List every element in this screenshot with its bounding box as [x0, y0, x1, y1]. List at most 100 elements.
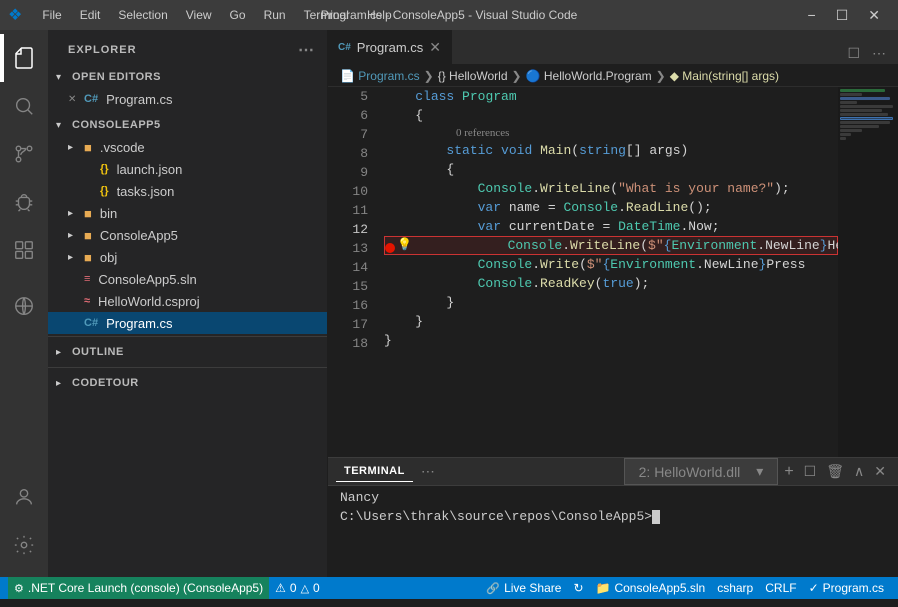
minimize-button[interactable]: − — [798, 0, 826, 30]
code-line-18 — [384, 350, 838, 369]
consoleapp5-header[interactable]: ▾ CONSOLEAPP5 — [48, 114, 327, 136]
menu-run[interactable]: Run — [256, 6, 294, 24]
terminal-tab[interactable]: TERMINAL — [336, 461, 413, 482]
menu-file[interactable]: File — [34, 6, 69, 24]
line-16: 16 — [328, 296, 368, 315]
code-line-16: } — [384, 312, 838, 331]
error-count: 0 — [290, 581, 297, 595]
sln-file[interactable]: ▸ ≡ ConsoleApp5.sln — [48, 268, 327, 290]
more-actions-button[interactable]: ⋯ — [868, 43, 890, 64]
launch-json-label: launch.json — [117, 162, 183, 177]
breadcrumb-namespace[interactable]: {} HelloWorld — [438, 69, 508, 83]
terminal-chevron-up[interactable]: ∧ — [850, 463, 868, 480]
consoleapp5-folder[interactable]: ▸ ■ ConsoleApp5 — [48, 224, 327, 246]
terminal-split-button[interactable]: ☐ — [800, 463, 821, 480]
checkmark-icon: ✓ — [809, 581, 819, 595]
liveshare-label: Live Share — [504, 581, 561, 595]
terminal-close-button[interactable]: ✕ — [870, 463, 890, 480]
program-cs-label: Program.cs — [106, 316, 172, 331]
terminal-add-button[interactable]: + — [780, 463, 797, 481]
terminal-dropdown[interactable]: 2: HelloWorld.dll ▾ — [624, 458, 779, 485]
terminal-panel: TERMINAL ⋯ 2: HelloWorld.dll ▾ + ☐ 🗑 ∧ ✕… — [328, 457, 898, 577]
status-language[interactable]: csharp — [711, 577, 759, 599]
status-file[interactable]: ✓ Program.cs — [803, 577, 890, 599]
breadcrumb-method[interactable]: ◆ Main(string[] args) — [670, 69, 779, 83]
close-icon[interactable]: ✕ — [68, 94, 84, 105]
folder-icon4: ■ — [84, 250, 92, 265]
menu-view[interactable]: View — [178, 6, 220, 24]
breadcrumb-file[interactable]: 📄 Program.cs — [340, 69, 420, 83]
status-solution[interactable]: 📁 ConsoleApp5.sln — [590, 577, 712, 599]
activity-debug[interactable] — [0, 178, 48, 226]
references-hint: 0 references — [392, 124, 509, 143]
activity-extensions[interactable] — [0, 226, 48, 274]
line-5: 5 — [328, 87, 368, 106]
menu-selection[interactable]: Selection — [110, 6, 175, 24]
status-debug[interactable]: ⚙ .NET Core Launch (console) (ConsoleApp… — [8, 577, 269, 599]
breadcrumb-class[interactable]: 🔵 HelloWorld.Program — [526, 69, 652, 83]
activity-source-control[interactable] — [0, 130, 48, 178]
csproj-icon: ≈ — [84, 295, 90, 307]
maximize-button[interactable]: ☐ — [826, 0, 859, 30]
line-18: 18 — [328, 334, 368, 353]
minimap-content — [838, 87, 898, 143]
status-sync[interactable]: ↻ — [567, 577, 589, 599]
activity-search[interactable] — [0, 82, 48, 130]
sidebar-more-button[interactable]: ⋯ — [298, 40, 315, 60]
terminal-delete-button[interactable]: 🗑 — [822, 463, 848, 480]
consoleapp5-folder-arrow: ▸ — [68, 230, 84, 241]
bin-folder[interactable]: ▸ ■ bin — [48, 202, 327, 224]
line-9: 9 — [328, 163, 368, 182]
activity-explorer[interactable] — [0, 34, 48, 82]
tasks-json-file[interactable]: ▸ {} tasks.json — [48, 180, 327, 202]
outline-header[interactable]: ▸ OUTLINE — [48, 341, 327, 363]
tab-cs-icon: C# — [338, 42, 351, 53]
obj-arrow: ▸ — [68, 252, 84, 263]
consoleapp5-folder-label: ConsoleApp5 — [100, 228, 178, 243]
outline-arrow: ▸ — [56, 347, 72, 358]
launch-json-file[interactable]: ▸ {} launch.json — [48, 158, 327, 180]
open-editors-header[interactable]: ▾ OPEN EDITORS — [48, 66, 327, 88]
warning-count: 0 — [313, 581, 320, 595]
code-line-15: } — [384, 293, 838, 312]
main-area: EXPLORER ⋯ ▾ OPEN EDITORS ✕ C# Program.c… — [0, 30, 898, 577]
menu-edit[interactable]: Edit — [72, 6, 109, 24]
vscode-logo-icon: ❖ — [8, 5, 22, 25]
terminal-content[interactable]: Nancy C:\Users\thrak\source\repos\Consol… — [328, 486, 898, 577]
code-editor[interactable]: 5 6 7 8 9 10 11 12 13 14 15 16 17 18 cla… — [328, 87, 898, 457]
status-line-ending[interactable]: CRLF — [759, 577, 802, 599]
activity-bar — [0, 30, 48, 577]
open-editor-program-cs[interactable]: ✕ C# Program.cs — [48, 88, 327, 110]
code-line-10: var name = Console.ReadLine(); — [384, 198, 838, 217]
close-button[interactable]: ✕ — [858, 0, 890, 30]
open-editor-label: Program.cs — [106, 92, 172, 107]
sln-label: ConsoleApp5.sln — [98, 272, 196, 287]
line-12: 12 — [328, 220, 368, 239]
vscode-folder[interactable]: ▸ ■ .vscode — [48, 136, 327, 158]
program-cs-file[interactable]: ▸ C# Program.cs — [48, 312, 327, 334]
outline-label: OUTLINE — [72, 346, 124, 358]
codetour-header[interactable]: ▸ CODETOUR — [48, 372, 327, 394]
lightbulb-icon[interactable]: 💡 — [397, 236, 412, 255]
obj-folder[interactable]: ▸ ■ obj — [48, 246, 327, 268]
folder-icon3: ■ — [84, 228, 92, 243]
status-errors[interactable]: ⚠ 0 △ 0 — [269, 577, 326, 599]
status-liveshare[interactable]: 🔗 Live Share — [480, 577, 567, 599]
activity-settings[interactable] — [0, 521, 48, 569]
language-label: csharp — [717, 581, 753, 595]
tasks-json-label: tasks.json — [117, 184, 175, 199]
codetour-section: ▸ CODETOUR — [48, 367, 327, 398]
activity-remote-explorer[interactable] — [0, 282, 48, 330]
csproj-file[interactable]: ▸ ≈ HelloWorld.csproj — [48, 290, 327, 312]
codetour-label: CODETOUR — [72, 377, 139, 389]
tab-close-button[interactable]: ✕ — [429, 39, 441, 56]
code-line-11: var currentDate = DateTime.Now; — [384, 217, 838, 236]
terminal-more-button[interactable]: ⋯ — [417, 463, 439, 480]
sln-icon: ≡ — [84, 273, 90, 285]
split-editor-button[interactable]: ☐ — [843, 43, 864, 64]
tab-program-cs[interactable]: C# Program.cs ✕ — [328, 30, 452, 64]
code-content[interactable]: class Program { 0 references static void… — [376, 87, 838, 457]
window-controls: − ☐ ✕ — [798, 0, 890, 30]
activity-accounts[interactable] — [0, 473, 48, 521]
menu-go[interactable]: Go — [222, 6, 254, 24]
